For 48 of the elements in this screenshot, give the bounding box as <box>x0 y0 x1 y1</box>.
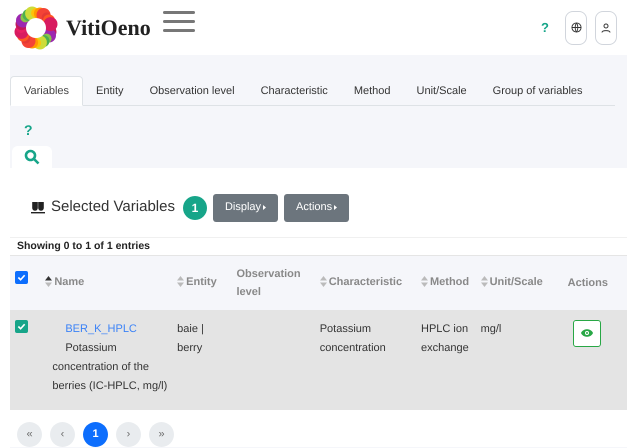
variable-description: Potassium concentration of the berries (IC-HPLC, mg/l) <box>52 340 168 394</box>
logo-icon <box>14 6 58 50</box>
tab[interactable]: Unit/Scale <box>404 76 480 106</box>
tab[interactable]: Entity <box>83 76 137 106</box>
page-button[interactable]: ‹ <box>50 422 75 446</box>
user-button[interactable] <box>595 10 617 44</box>
checkbox[interactable] <box>15 320 28 332</box>
table-cell: Potassium concentration <box>320 322 386 354</box>
tab[interactable]: Group of variables <box>480 76 596 106</box>
test-tubes-icon <box>30 200 46 214</box>
column-header: Actions <box>568 276 608 291</box>
entries-info: Showing 0 to 1 of 1 entries <box>17 238 150 254</box>
search-icon <box>24 149 40 165</box>
panel-title: Selected Variables <box>51 197 175 218</box>
count-badge: 1 <box>182 196 207 220</box>
view-button[interactable] <box>572 320 601 346</box>
table-cell: mg/l <box>480 322 502 334</box>
tab[interactable]: Variables <box>10 76 84 106</box>
column-header: Characteristic <box>328 274 402 290</box>
globe-icon <box>570 22 582 33</box>
page-button[interactable]: › <box>116 422 141 446</box>
language-button[interactable] <box>565 10 587 44</box>
column-header: Method <box>430 274 470 290</box>
tab[interactable]: Observation level <box>136 76 248 106</box>
brand-name: VitiOeno <box>66 14 151 42</box>
help-link[interactable]: ? <box>541 18 549 38</box>
dropdown-button[interactable]: Actions <box>284 194 350 222</box>
page-button[interactable]: « <box>17 422 42 446</box>
tab[interactable]: Method <box>340 76 404 106</box>
column-header: Entity <box>186 274 217 290</box>
column-header: Unit/Scale <box>490 274 543 290</box>
column-header: Observation level <box>236 266 302 300</box>
search-tab[interactable] <box>12 146 52 168</box>
caret-icon <box>334 205 338 210</box>
table-cell-text: baie | berry <box>177 322 205 356</box>
page-button[interactable]: » <box>149 422 174 446</box>
user-icon <box>601 22 611 32</box>
caret-icon <box>263 205 266 210</box>
variable-link[interactable]: BER_K_HPLC <box>65 320 137 338</box>
help-link[interactable]: ? <box>24 122 33 138</box>
table-cell: HPLC ion exchange <box>421 322 469 354</box>
eye-icon <box>580 329 593 337</box>
checkbox[interactable] <box>15 270 28 284</box>
column-header: Name <box>54 274 84 290</box>
dropdown-button[interactable]: Display <box>212 194 278 222</box>
menu-icon[interactable] <box>162 10 195 34</box>
page-button[interactable]: 1 <box>83 422 108 446</box>
tab[interactable]: Characteristic <box>248 76 341 106</box>
